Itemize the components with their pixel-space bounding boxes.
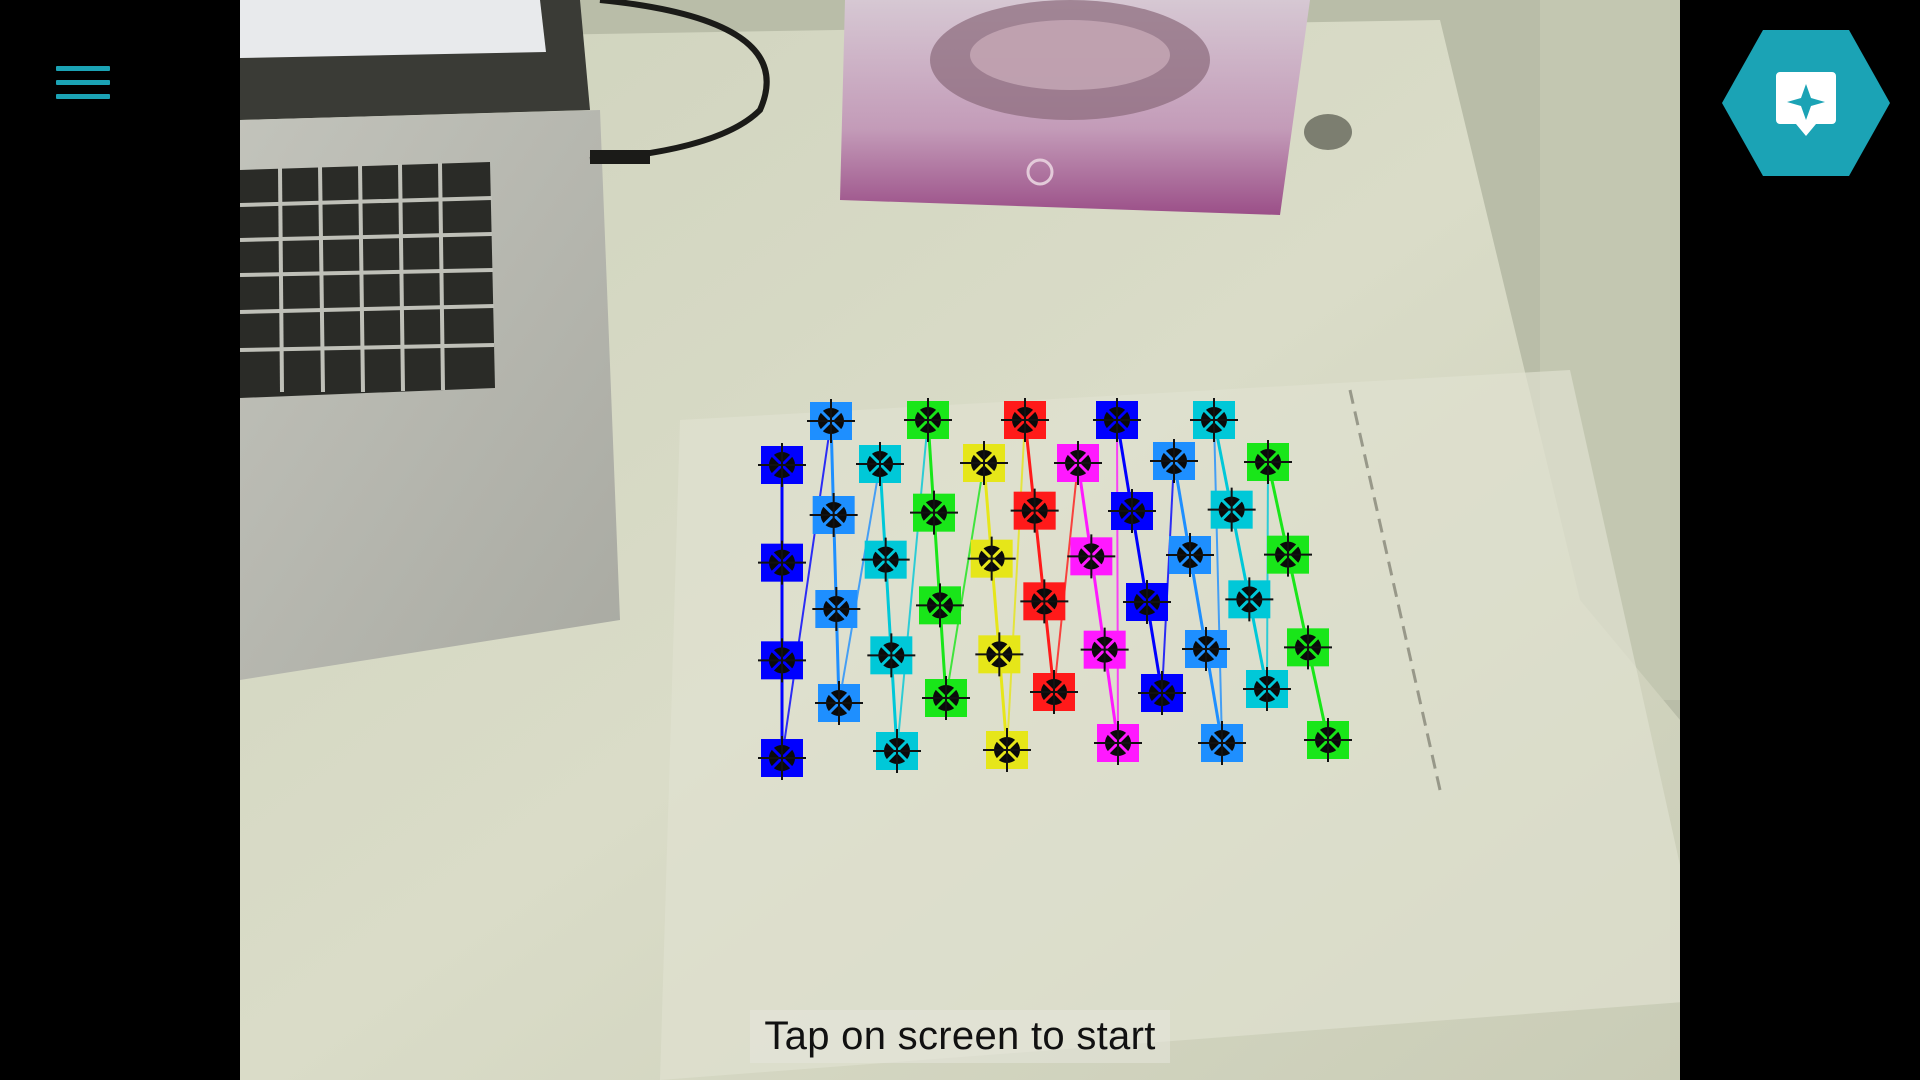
- grid-link: [1266, 461, 1269, 690]
- calibration-marker: [922, 676, 970, 720]
- calibration-marker: [1010, 488, 1059, 533]
- calibration-marker: [815, 681, 863, 725]
- calibration-marker: [807, 399, 855, 443]
- camera-feed: [240, 0, 1680, 1080]
- calibration-marker: [1054, 441, 1102, 485]
- calibration-marker: [910, 490, 958, 535]
- hamburger-menu-icon[interactable]: [52, 60, 116, 108]
- sparkle-bubble-icon[interactable]: [1720, 28, 1892, 178]
- calibration-marker: [904, 398, 952, 442]
- calibration-marker: [861, 537, 910, 582]
- calibration-marker: [1207, 487, 1256, 532]
- calibration-marker: [856, 442, 904, 486]
- calibration-marker: [916, 583, 964, 628]
- grid-link: [1116, 419, 1119, 744]
- calibration-marker: [983, 728, 1031, 772]
- calibration-marker: [1198, 721, 1246, 765]
- calibration-marker: [758, 443, 806, 487]
- calibration-marker: [967, 536, 1016, 581]
- calibration-marker: [1094, 721, 1142, 765]
- calibration-marker: [1030, 670, 1078, 714]
- calibration-marker: [1001, 398, 1049, 442]
- calibration-marker: [1190, 398, 1238, 442]
- calibration-marker: [758, 736, 806, 780]
- calibration-marker: [1182, 627, 1230, 671]
- calibration-marker: [1264, 532, 1312, 577]
- calibration-marker: [758, 638, 806, 683]
- calibration-marker: [758, 540, 806, 585]
- calibration-marker: [1166, 533, 1214, 577]
- calibration-marker: [1067, 534, 1116, 579]
- left-sidebar: [0, 0, 240, 1080]
- calibration-marker: [975, 632, 1024, 677]
- calibration-marker: [1243, 667, 1291, 711]
- calibration-marker: [1123, 580, 1171, 624]
- calibration-marker: [809, 493, 858, 537]
- calibration-marker: [1138, 671, 1186, 715]
- calibration-marker: [1150, 439, 1198, 483]
- camera-view[interactable]: Tap on screen to start: [240, 0, 1680, 1080]
- calibration-marker: [1304, 718, 1352, 762]
- box-image: [840, 0, 1310, 215]
- calibration-marker: [1244, 440, 1292, 484]
- calibration-marker: [1020, 579, 1069, 624]
- calibration-marker: [812, 587, 861, 631]
- calibration-marker: [1080, 627, 1129, 672]
- calibration-marker: [1284, 625, 1332, 670]
- calibration-marker: [960, 441, 1008, 485]
- calibration-marker: [873, 729, 921, 773]
- calibration-marker: [1108, 489, 1156, 533]
- calibration-marker: [867, 633, 916, 678]
- calibration-marker: [1225, 577, 1274, 622]
- calibration-marker: [1093, 398, 1141, 442]
